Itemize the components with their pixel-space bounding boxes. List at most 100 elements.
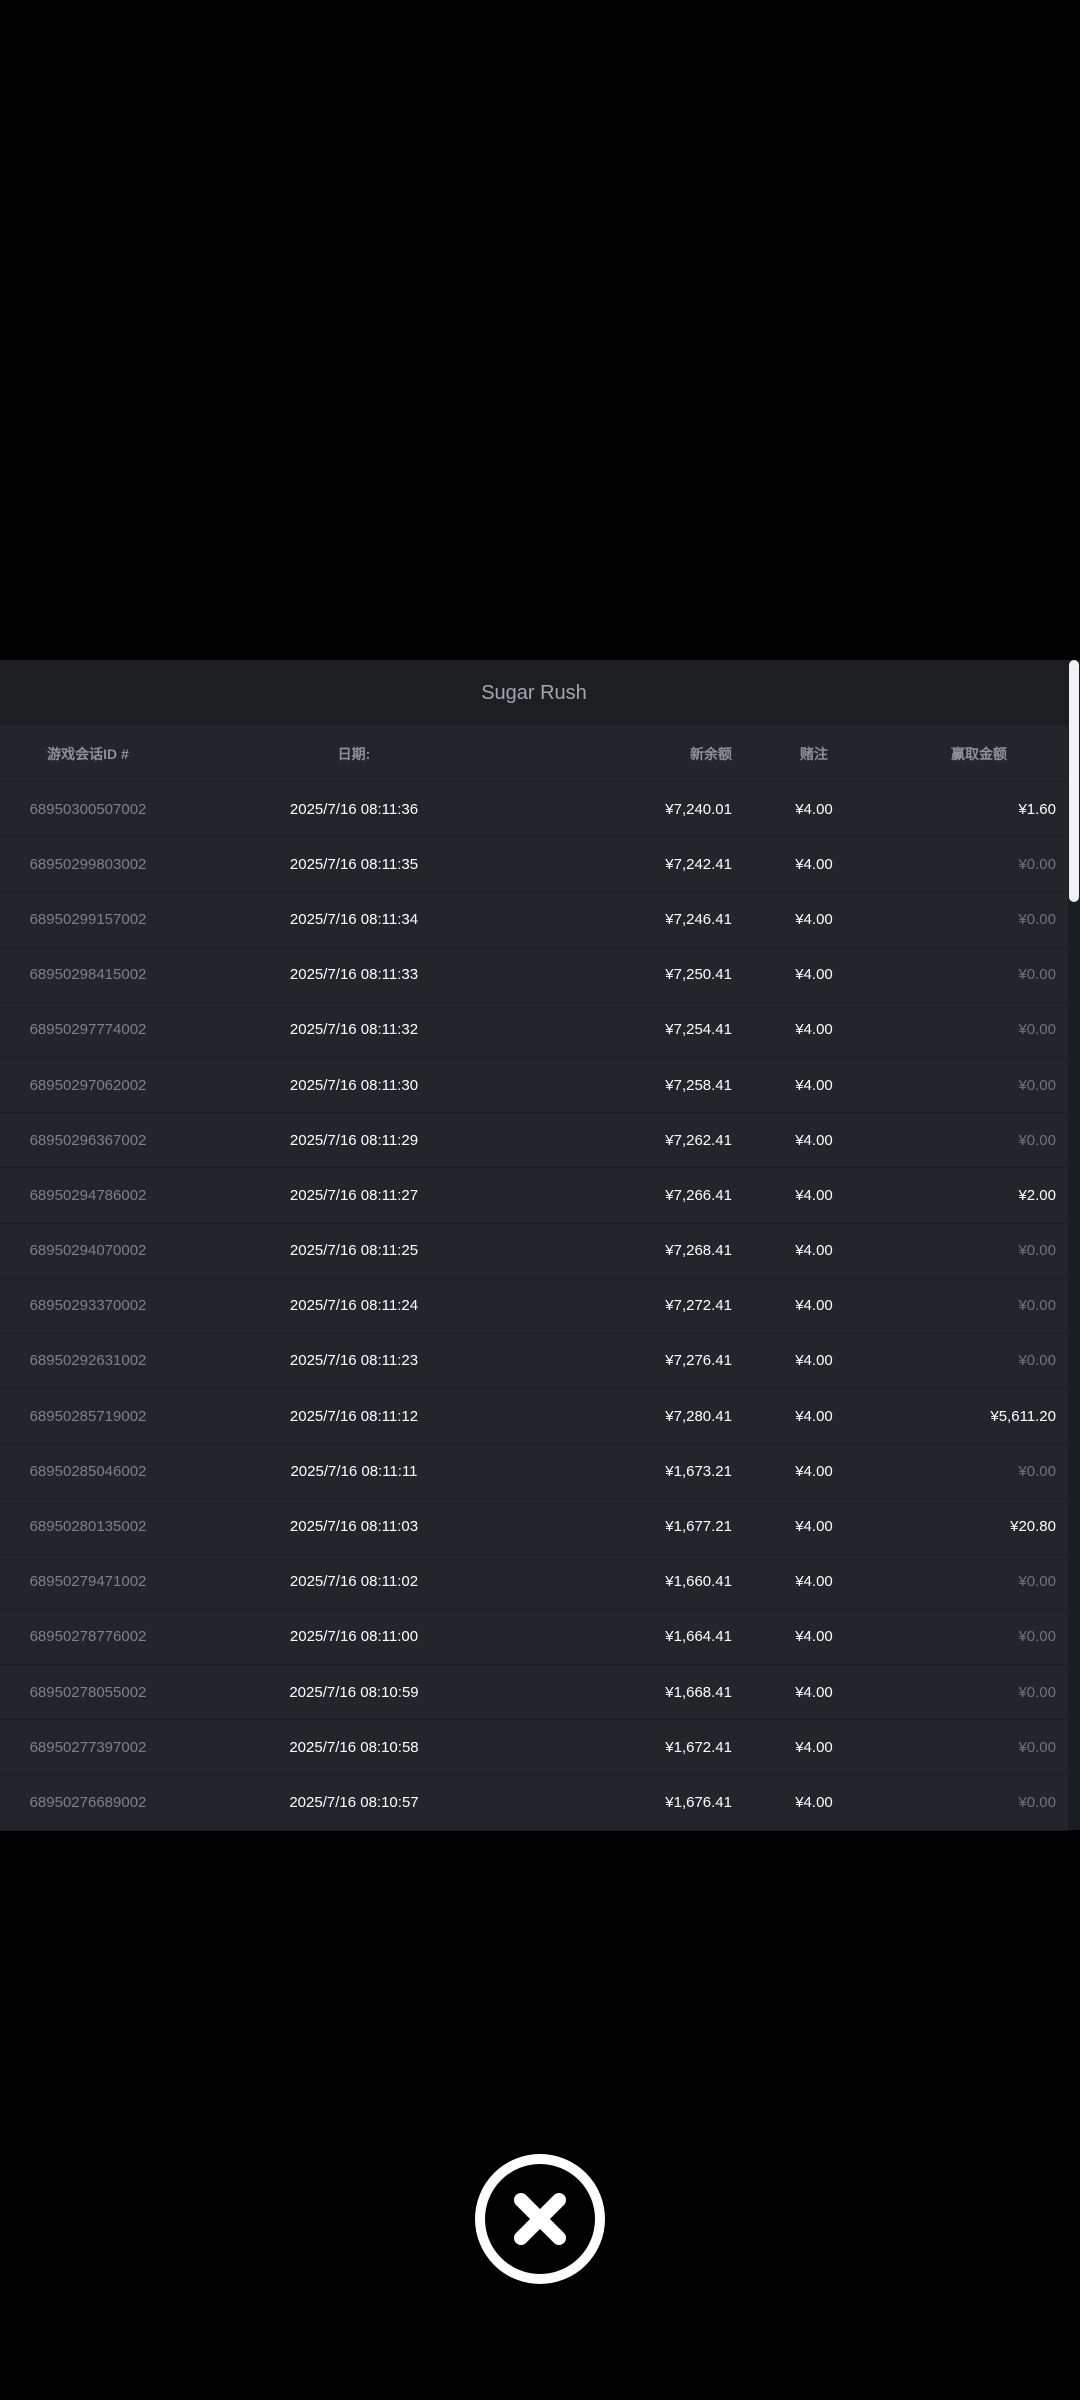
date-cell: 2025/7/16 08:11:30 [289,1076,419,1094]
win-cell: ¥0.00 [1018,1076,1056,1094]
session-id-cell: 68950297774002 [29,1021,147,1039]
bet-cell: ¥4.00 [795,1573,833,1591]
date-cell: 2025/7/16 08:11:25 [289,1242,419,1260]
date-cell: 2025/7/16 08:10:57 [289,1793,419,1811]
session-id-cell: 68950285046002 [29,1462,147,1480]
session-id-cell: 68950294786002 [29,1186,147,1204]
close-button[interactable] [475,2154,605,2284]
new-balance-cell: ¥1,668.41 [665,1683,732,1701]
session-id-cell: 68950278776002 [29,1628,147,1646]
date-cell: 2025/7/16 08:11:29 [289,1131,419,1149]
table-row: 68950298415002 2025/7/16 08:11:33 ¥7,250.4… [0,948,1068,1003]
session-id-cell: 68950279471002 [29,1573,147,1591]
table-row: 68950277397002 2025/7/16 08:10:58 ¥1,672.4… [0,1720,1068,1776]
table-row: 68950292631002 2025/7/16 08:11:23 ¥7,276.4… [0,1334,1068,1390]
date-cell: 2025/7/16 08:11:24 [289,1297,419,1315]
bet-cell: ¥4.00 [795,1131,833,1149]
session-id-cell: 68950277397002 [29,1738,147,1756]
session-id-cell: 68950298415002 [29,966,147,984]
new-balance-cell: ¥1,664.41 [665,1628,732,1646]
session-id-cell: 68950296367002 [29,1131,147,1149]
table-row: 68950276689002 2025/7/16 08:10:57 ¥1,676.4… [0,1775,1068,1831]
date-cell: 2025/7/16 08:11:12 [289,1407,419,1425]
bet-cell: ¥4.00 [795,1738,833,1756]
bet-cell: ¥4.00 [795,800,833,818]
new-balance-cell: ¥1,672.41 [665,1738,732,1756]
close-x-circle-icon [514,2193,566,2245]
table-row: 68950294070002 2025/7/16 08:11:25 ¥7,268.4… [0,1224,1068,1279]
new-balance-cell: ¥7,280.41 [665,1407,732,1425]
header-session-id: 游戏会话ID # [47,745,129,762]
new-balance-cell: ¥7,254.41 [665,1021,732,1039]
bet-cell: ¥4.00 [795,1352,833,1370]
session-id-cell: 68950285719002 [29,1407,147,1425]
new-balance-cell: ¥7,258.41 [665,1076,732,1094]
new-balance-cell: ¥7,240.01 [665,800,732,818]
bet-cell: ¥4.00 [795,1683,833,1701]
win-cell: ¥0.00 [1018,1793,1056,1811]
table-row: 68950297774002 2025/7/16 08:11:32 ¥7,254.4… [0,1003,1068,1058]
scrollbar[interactable] [1068,660,1080,1830]
date-cell: 2025/7/16 08:10:59 [289,1683,419,1701]
win-cell: ¥0.00 [1018,910,1056,928]
win-cell: ¥0.00 [1018,1297,1056,1315]
header-date: 日期: [337,745,371,762]
new-balance-cell: ¥7,276.41 [665,1352,732,1370]
date-cell: 2025/7/16 08:11:34 [289,910,419,928]
new-balance-cell: ¥1,676.41 [665,1793,732,1811]
table-row: 68950285046002 2025/7/16 08:11:11 ¥1,673.2… [0,1444,1068,1500]
new-balance-cell: ¥7,250.41 [665,966,732,984]
session-id-cell: 68950280135002 [29,1518,147,1536]
table-row: 68950299803002 2025/7/16 08:11:35 ¥7,242.4… [0,837,1068,893]
table-row: 68950299157002 2025/7/16 08:11:34 ¥7,246.4… [0,892,1068,948]
bet-cell: ¥4.00 [795,1242,833,1260]
new-balance-cell: ¥7,266.41 [665,1186,732,1204]
bet-cell: ¥4.00 [795,1076,833,1094]
bet-cell: ¥4.00 [795,1628,833,1646]
history-table-body: 68950300507002 2025/7/16 08:11:36 ¥7,240.0… [0,782,1068,1831]
win-cell: ¥0.00 [1018,1352,1056,1370]
bet-cell: ¥4.00 [795,966,833,984]
bet-cell: ¥4.00 [795,1407,833,1425]
new-balance-cell: ¥1,673.21 [665,1462,732,1480]
table-row: 68950296367002 2025/7/16 08:11:29 ¥7,262.4… [0,1113,1068,1169]
bet-cell: ¥4.00 [795,1462,833,1480]
date-cell: 2025/7/16 08:11:32 [289,1021,419,1039]
table-row: 68950300507002 2025/7/16 08:11:36 ¥7,240.0… [0,782,1068,838]
new-balance-cell: ¥7,242.41 [665,855,732,873]
bet-cell: ¥4.00 [795,1186,833,1204]
new-balance-cell: ¥1,660.41 [665,1573,732,1591]
win-cell: ¥0.00 [1018,1131,1056,1149]
session-id-cell: 68950276689002 [29,1793,147,1811]
win-cell: ¥0.00 [1018,1021,1056,1039]
date-cell: 2025/7/16 08:11:35 [289,855,419,873]
bet-cell: ¥4.00 [795,1518,833,1536]
new-balance-cell: ¥7,268.41 [665,1242,732,1260]
bet-cell: ¥4.00 [795,910,833,928]
table-row: 68950293370002 2025/7/16 08:11:24 ¥7,272.4… [0,1279,1068,1334]
win-cell: ¥2.00 [1018,1186,1056,1204]
date-cell: 2025/7/16 08:11:33 [289,966,419,984]
new-balance-cell: ¥1,677.21 [665,1518,732,1536]
win-cell: ¥0.00 [1018,1573,1056,1591]
session-id-cell: 68950299157002 [29,910,147,928]
win-cell: ¥0.00 [1018,1628,1056,1646]
table-row: 68950297062002 2025/7/16 08:11:30 ¥7,258.4… [0,1058,1068,1114]
session-id-cell: 68950300507002 [29,800,147,818]
scrollbar-thumb[interactable] [1069,660,1079,902]
table-row: 68950279471002 2025/7/16 08:11:02 ¥1,660.4… [0,1555,1068,1610]
table-row: 68950280135002 2025/7/16 08:11:03 ¥1,677.2… [0,1499,1068,1555]
date-cell: 2025/7/16 08:11:23 [289,1352,419,1370]
date-cell: 2025/7/16 08:10:58 [289,1738,419,1756]
new-balance-cell: ¥7,262.41 [665,1131,732,1149]
win-cell: ¥0.00 [1018,855,1056,873]
session-id-cell: 68950297062002 [29,1076,147,1094]
win-cell: ¥0.00 [1018,1462,1056,1480]
date-cell: 2025/7/16 08:11:27 [289,1186,419,1204]
table-header: 游戏会话ID # 日期: 新余额 赌注 赢取金额 [0,726,1068,782]
date-cell: 2025/7/16 08:11:11 [290,1462,418,1480]
session-id-cell: 68950278055002 [29,1683,147,1701]
date-cell: 2025/7/16 08:11:00 [289,1628,419,1646]
table-row: 68950278055002 2025/7/16 08:10:59 ¥1,668.4… [0,1665,1068,1721]
win-cell: ¥0.00 [1018,966,1056,984]
